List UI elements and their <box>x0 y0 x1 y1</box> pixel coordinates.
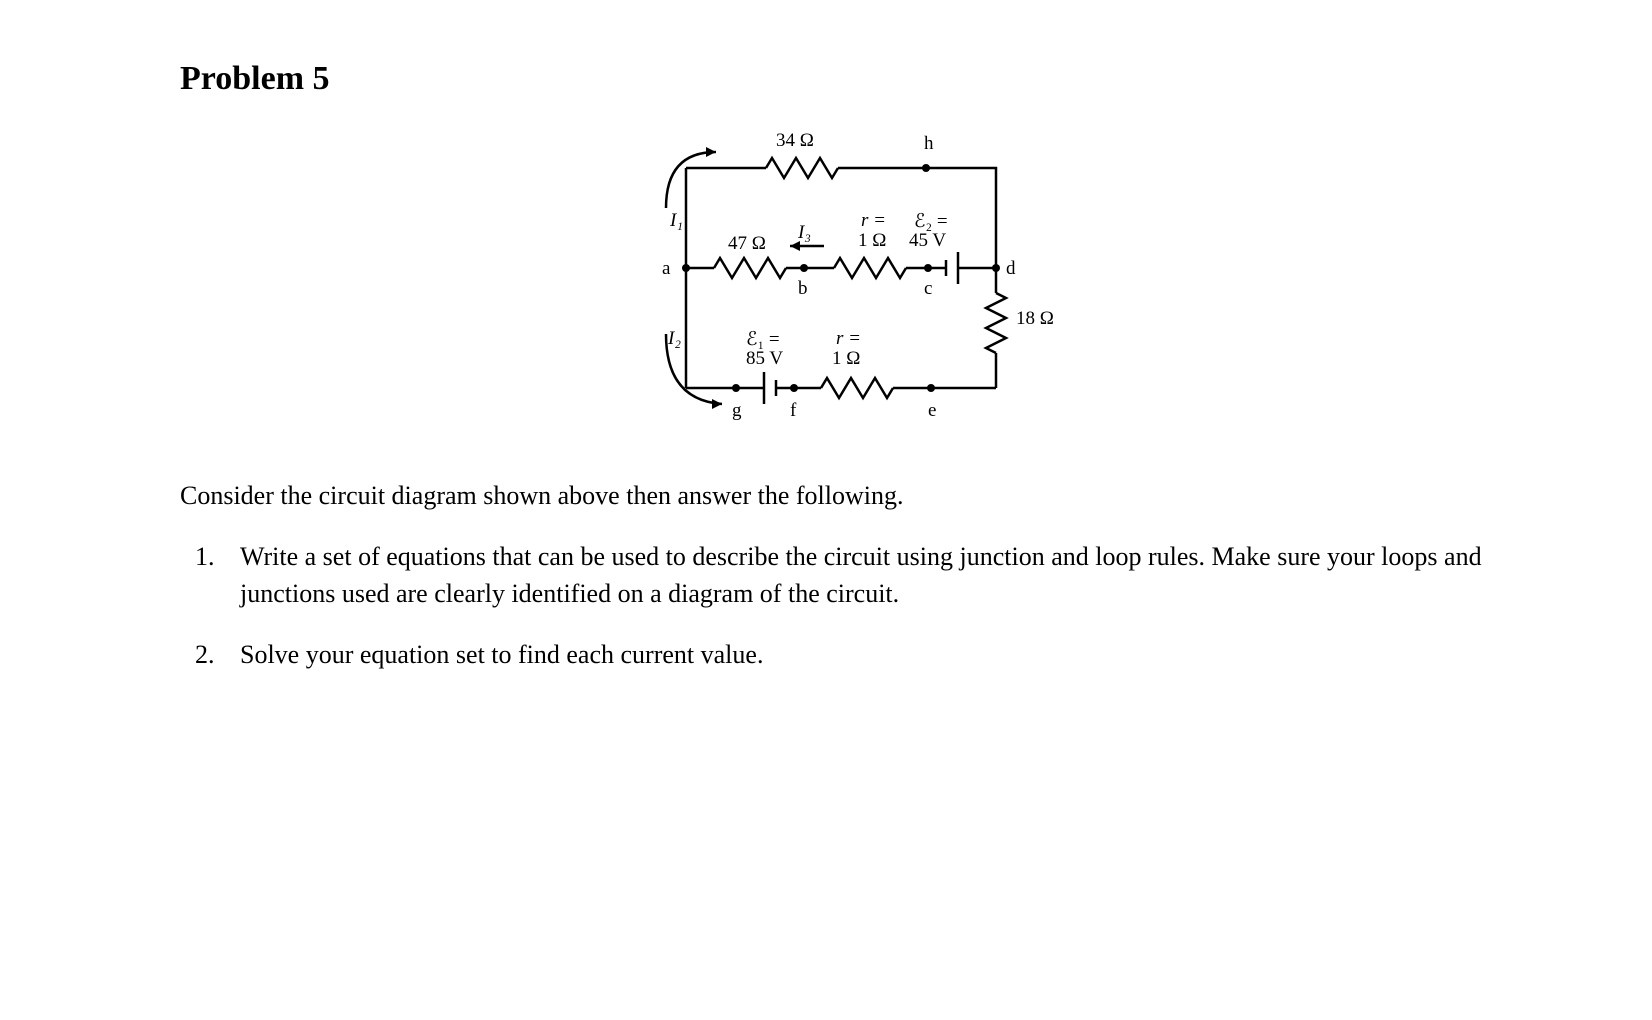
label-r-bc-val: 1 Ω <box>858 230 886 252</box>
node-c: c <box>924 278 932 300</box>
node-g: g <box>732 400 742 422</box>
label-i2: I₂ <box>668 328 681 350</box>
problem-heading: Problem 5 <box>180 60 1512 98</box>
node-b: b <box>798 278 808 300</box>
list-item: 1. Write a set of equations that can be … <box>240 539 1512 612</box>
page: Problem 5 <box>0 0 1652 1020</box>
label-r-ab: 47 Ω <box>728 233 766 255</box>
item-number: 1. <box>195 539 215 575</box>
label-i3: I₃ <box>798 222 811 244</box>
circuit-diagram: 34 Ω h I₁ 47 Ω I₃ r = 1 Ω ℰ₂ = 45 V a b … <box>646 128 1046 438</box>
node-f: f <box>790 400 796 422</box>
label-e1-val: 85 V <box>746 348 783 370</box>
figure-container: 34 Ω h I₁ 47 Ω I₃ r = 1 Ω ℰ₂ = 45 V a b … <box>180 128 1512 438</box>
item-number: 2. <box>195 637 215 673</box>
question-text: Write a set of equations that can be use… <box>240 542 1482 607</box>
node-h: h <box>924 133 934 155</box>
circuit-svg <box>646 128 1046 438</box>
list-item: 2. Solve your equation set to find each … <box>240 637 1512 673</box>
label-r-fe-val: 1 Ω <box>832 348 860 370</box>
label-r-de: 18 Ω <box>1016 308 1054 330</box>
node-a: a <box>662 258 670 280</box>
node-d: d <box>1006 258 1016 280</box>
label-e2-val: 45 V <box>909 230 946 252</box>
label-i1: I₁ <box>670 210 683 232</box>
label-r-top: 34 Ω <box>776 130 814 152</box>
label-r-bc-r: r = <box>861 210 886 232</box>
label-r-fe-r: r = <box>836 328 861 350</box>
intro-text: Consider the circuit diagram shown above… <box>180 478 1512 514</box>
node-e: e <box>928 400 936 422</box>
question-list: 1. Write a set of equations that can be … <box>180 539 1512 673</box>
question-text: Solve your equation set to find each cur… <box>240 640 763 669</box>
